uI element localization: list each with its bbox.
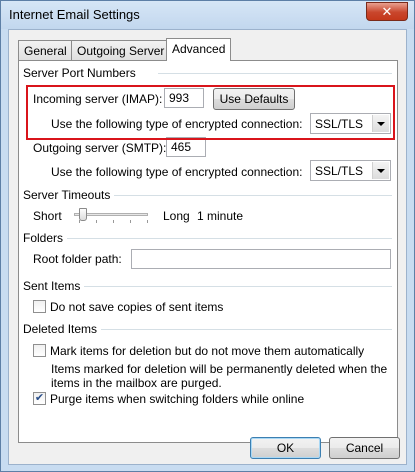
deletion-note-line-1: Items marked for deletion will be perman…: [51, 362, 388, 376]
title-bar[interactable]: Internet Email Settings ✕: [1, 1, 414, 29]
close-icon: ✕: [381, 4, 393, 19]
ok-label: OK: [276, 441, 295, 455]
outgoing-encryption-label: Use the following type of encrypted conn…: [51, 165, 303, 179]
use-defaults-label: Use Defaults: [219, 92, 289, 106]
slider-tick: [130, 220, 131, 223]
tab-general[interactable]: General: [18, 40, 73, 60]
section-divider: [107, 195, 392, 196]
chevron-down-icon[interactable]: [372, 162, 389, 179]
root-folder-path-input[interactable]: [131, 249, 391, 269]
server-port-numbers-heading: Server Port Numbers: [23, 66, 140, 80]
outgoing-encryption-select[interactable]: SSL/TLS: [310, 160, 391, 181]
dialog-window: Internet Email Settings ✕ General Outgoi…: [0, 0, 415, 472]
server-timeouts-heading: Server Timeouts: [23, 188, 115, 202]
slider-tick: [147, 220, 148, 223]
outgoing-server-label: Outgoing server (SMTP):: [33, 141, 167, 155]
slider-tick: [79, 220, 80, 223]
timeout-long-label: Long: [163, 209, 190, 223]
use-defaults-button[interactable]: Use Defaults: [213, 88, 295, 110]
incoming-encryption-label: Use the following type of encrypted conn…: [51, 117, 303, 131]
purge-items-checkbox[interactable]: ✔: [33, 392, 46, 405]
tab-label: Advanced: [172, 42, 226, 56]
section-divider: [67, 238, 392, 239]
tab-label: Outgoing Server: [77, 44, 165, 58]
tab-advanced[interactable]: Advanced: [166, 38, 232, 61]
incoming-server-label: Incoming server (IMAP):: [33, 92, 163, 106]
incoming-port-input[interactable]: [164, 88, 204, 108]
section-divider: [98, 329, 392, 330]
folders-heading: Folders: [23, 231, 68, 245]
cancel-button[interactable]: Cancel: [329, 437, 400, 459]
slider-tick: [96, 220, 97, 223]
checkmark-icon: ✔: [34, 392, 45, 404]
purge-items-label[interactable]: Purge items when switching folders while…: [50, 392, 304, 406]
root-folder-path-label: Root folder path:: [33, 252, 122, 266]
timeout-value-label: 1 minute: [197, 209, 244, 223]
do-not-save-copies-checkbox[interactable]: [33, 300, 46, 313]
deletion-note-line-2: items in the mailbox are purged.: [51, 376, 222, 390]
tab-label: General: [24, 44, 67, 58]
deleted-items-heading: Deleted Items: [23, 322, 102, 336]
mark-for-deletion-label[interactable]: Mark items for deletion but do not move …: [50, 344, 364, 358]
mark-for-deletion-checkbox[interactable]: [33, 344, 46, 357]
incoming-encryption-select[interactable]: SSL/TLS: [310, 113, 391, 134]
section-divider: [158, 73, 392, 74]
incoming-encryption-value: SSL/TLS: [315, 117, 364, 131]
timeout-slider-handle[interactable]: [79, 208, 88, 221]
section-divider: [81, 286, 392, 287]
do-not-save-copies-label[interactable]: Do not save copies of sent items: [50, 300, 223, 314]
outgoing-port-input[interactable]: [166, 137, 206, 157]
chevron-down-icon[interactable]: [372, 115, 389, 132]
window-title: Internet Email Settings: [9, 7, 140, 22]
timeout-short-label: Short: [33, 209, 62, 223]
sent-items-heading: Sent Items: [23, 279, 85, 293]
close-button[interactable]: ✕: [366, 2, 408, 21]
tab-outgoing-server[interactable]: Outgoing Server: [71, 40, 171, 60]
slider-tick: [113, 220, 114, 223]
outgoing-encryption-value: SSL/TLS: [315, 164, 364, 178]
ok-button[interactable]: OK: [250, 437, 321, 459]
cancel-label: Cancel: [345, 441, 384, 455]
